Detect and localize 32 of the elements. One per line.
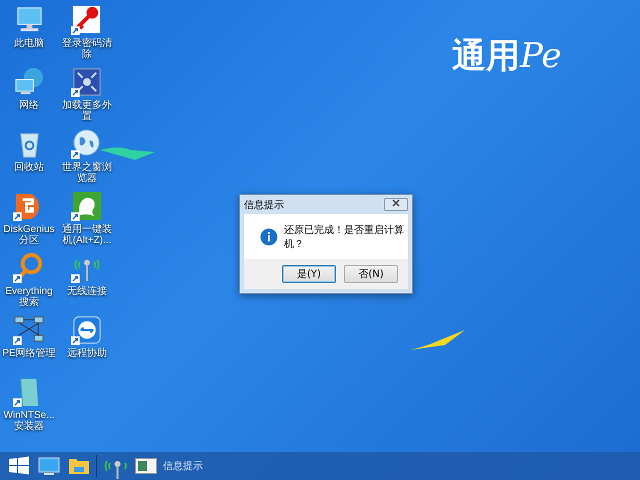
window-icon [135,458,157,474]
desktop-icon-label: 网络 [18,100,40,111]
desktop-icon-label: 无线连接 [66,286,108,297]
desktop-icon-label: 加载更多外置 [61,100,113,122]
desktop-icon-label: DiskGenius分区 [2,224,56,246]
desktop-icon-label: PE网络管理 [1,348,57,359]
desktop-icon-label: 登录密码清除 [61,38,113,60]
desktop-icon-label: WinNTSe...安装器 [2,410,56,432]
logo-text: 通用 [452,36,520,76]
close-button[interactable] [384,198,408,211]
desktop-icon-label: 通用一键装机(Alt+Z)... [61,224,113,246]
magnifier-icon[interactable] [13,252,45,284]
taskbar-window-button[interactable]: 信息提示 [131,453,207,479]
close-icon [392,199,400,207]
remote-arrows-icon[interactable] [71,314,103,346]
ghost-icon[interactable] [71,190,103,222]
expand-arrows-icon[interactable] [71,66,103,98]
desktop-icon-label: 回收站 [13,162,45,173]
info-icon [260,226,278,246]
dialog-title: 信息提示 [244,198,284,212]
desktop-icon-label: 此电脑 [13,38,45,49]
desktop-icon-label: 远程协助 [66,348,108,359]
network-diagram-icon[interactable] [13,314,45,346]
logo-suffix: Pe [520,36,562,76]
dialog-button[interactable]: 否(N) [344,265,398,283]
paper-plane-drawing [100,148,155,160]
paper-plane-drawing [410,330,465,350]
dialog-button[interactable]: 是(Y) [282,265,336,283]
desktop-icon-label: Everything搜索 [4,286,54,308]
key-icon[interactable] [71,4,103,36]
desktop-icon-label: 世界之窗浏览器 [61,162,113,184]
dialog-message: 还原已完成！是否重启计算机？ [284,224,405,250]
